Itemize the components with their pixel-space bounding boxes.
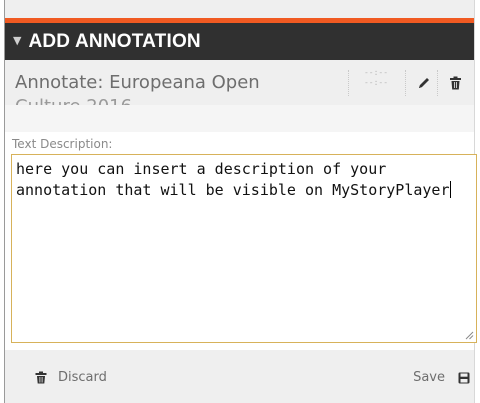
trash-icon: [35, 371, 47, 384]
trash-icon[interactable]: [446, 74, 464, 92]
description-label: Text Description:: [12, 137, 113, 151]
divider: [437, 70, 438, 96]
panel-footer: Discard Save: [5, 350, 474, 403]
description-value: here you can insert a description of you…: [16, 160, 450, 199]
panel-header[interactable]: ▼ ADD ANNOTATION: [5, 23, 474, 60]
time-start: --:--: [363, 68, 389, 77]
annotation-panel: ▼ ADD ANNOTATION Annotate: Europeana Ope…: [0, 0, 480, 403]
pencil-icon[interactable]: [415, 74, 433, 92]
resize-grip-icon[interactable]: [464, 330, 474, 340]
discard-label: Discard: [58, 370, 107, 385]
spacer: [5, 105, 474, 132]
annotation-title: Annotate: Europeana Open: [15, 72, 260, 93]
annotation-row: Annotate: Europeana Open Culture 2016 --…: [5, 60, 474, 105]
text-cursor: [450, 181, 452, 198]
time-range: --:-- --:--: [350, 68, 402, 98]
annotation-title-overflow: Culture 2016: [15, 94, 132, 105]
save-label: Save: [413, 370, 445, 385]
description-text: here you can insert a description of you…: [16, 159, 472, 201]
description-textarea[interactable]: here you can insert a description of you…: [11, 154, 477, 343]
top-strip: [5, 0, 474, 18]
divider: [348, 70, 349, 96]
panel-title: ADD ANNOTATION: [28, 30, 201, 52]
divider: [405, 70, 406, 96]
discard-button[interactable]: Discard: [35, 370, 107, 385]
floppy-disk-icon: [458, 372, 470, 383]
caret-down-icon[interactable]: ▼: [13, 34, 21, 47]
save-button[interactable]: Save: [413, 370, 470, 385]
time-end: --:--: [363, 78, 389, 87]
